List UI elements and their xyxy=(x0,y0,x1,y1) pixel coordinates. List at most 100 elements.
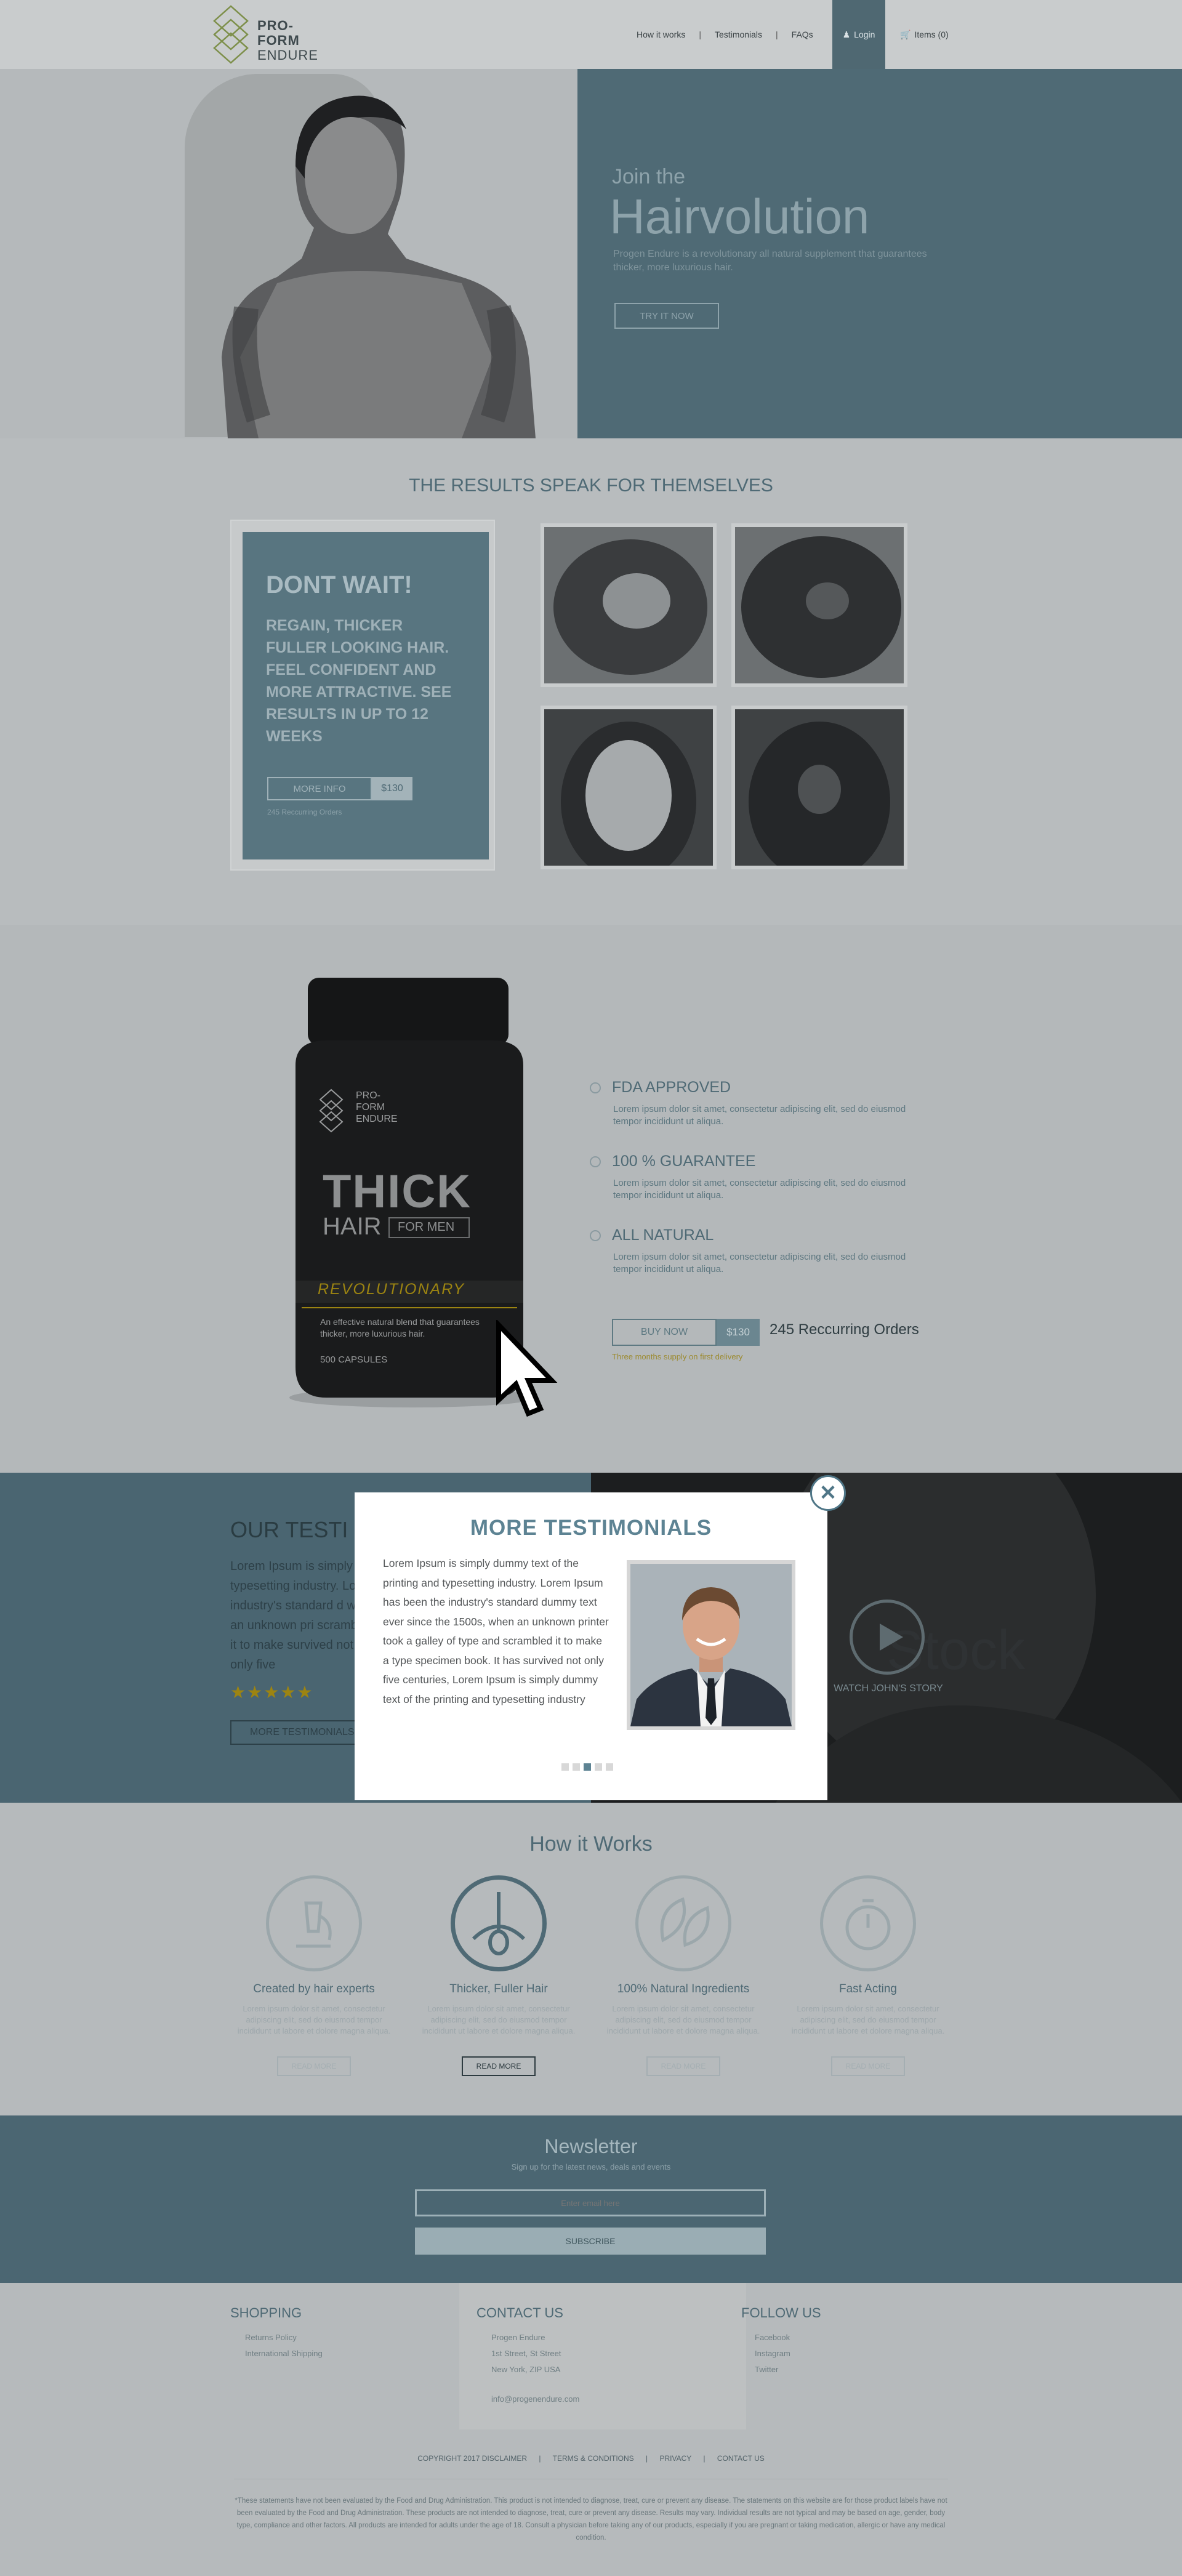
read-more-button-thicker[interactable]: READ MORE xyxy=(462,2056,536,2076)
how-label-thicker: Thicker, Fuller Hair xyxy=(449,1982,548,1995)
footer-link-shipping[interactable]: International Shipping xyxy=(245,2346,323,2362)
footer-link-twitter[interactable]: Twitter xyxy=(755,2362,778,2378)
leaves-icon xyxy=(635,1875,731,1971)
promo-price: $130 xyxy=(372,777,412,800)
play-button[interactable] xyxy=(850,1600,925,1675)
testimonial-avatar xyxy=(627,1560,795,1730)
supply-note: Three months supply on first delivery xyxy=(612,1352,743,1361)
cart-button[interactable]: 🛒 Items (0) xyxy=(900,0,949,69)
logo-mark-icon xyxy=(213,5,249,64)
feature-bullet-icon xyxy=(590,1230,601,1241)
video-caption: WATCH JOHN'S STORY xyxy=(834,1683,943,1694)
nav-divider: | xyxy=(776,30,778,39)
bottle-banner: REVOLUTIONARY xyxy=(318,1281,465,1298)
footer-link-privacy[interactable]: PRIVACY xyxy=(659,2454,691,2463)
nav-link-how-it-works[interactable]: How it works xyxy=(637,30,685,39)
footer-shopping-title: SHOPPING xyxy=(230,2305,302,2320)
bottle-capsules: 500 CAPSULES xyxy=(320,1354,388,1365)
bottle-subheadline: HAIR xyxy=(323,1213,382,1240)
read-more-button-natural[interactable]: READ MORE xyxy=(646,2056,720,2076)
carousel-dot-4[interactable] xyxy=(595,1763,602,1771)
footer-divider-pipe: | xyxy=(646,2454,648,2463)
cart-icon: 🛒 xyxy=(900,29,911,39)
footer-link-contact[interactable]: CONTACT US xyxy=(717,2454,765,2463)
product-price: $130 xyxy=(717,1319,760,1346)
carousel-dot-5[interactable] xyxy=(606,1763,613,1771)
results-title: THE RESULTS SPEAK FOR THEMSELVES xyxy=(409,475,773,496)
carousel-dot-3-active[interactable] xyxy=(584,1763,591,1771)
rating-stars: ★★★★★ xyxy=(230,1683,314,1702)
promo-text: REGAIN, THICKER FULLER LOOKING HAIR. FEE… xyxy=(266,617,452,745)
footer-contact-street: 1st Street, St Street xyxy=(491,2349,561,2358)
nav-divider: | xyxy=(699,30,701,39)
logo-line1: PRO- xyxy=(257,18,294,33)
recurring-orders: 245 Reccurring Orders xyxy=(770,1321,919,1338)
nav-link-testimonials[interactable]: Testimonials xyxy=(715,30,762,39)
how-label-experts: Created by hair experts xyxy=(253,1982,375,1995)
more-info-button[interactable]: MORE INFO xyxy=(267,777,372,800)
result-photo-2 xyxy=(731,523,907,687)
footer-link-copyright[interactable]: COPYRIGHT 2017 DISCLAIMER xyxy=(417,2454,527,2463)
site-logo[interactable]: PRO- FORM ENDURE xyxy=(209,2,339,66)
footer-link-returns[interactable]: Returns Policy xyxy=(245,2330,297,2346)
how-text-thicker: Lorem ipsum dolor sit amet, consectetur … xyxy=(422,2004,576,2035)
carousel-dot-1[interactable] xyxy=(561,1763,569,1771)
footer-contact-company: Progen Endure xyxy=(491,2333,545,2342)
mouse-cursor-icon xyxy=(496,1320,558,1417)
footer-contact-email[interactable]: info@progenendure.com xyxy=(491,2391,579,2407)
feature-bullet-icon xyxy=(590,1082,601,1093)
nav-link-faqs[interactable]: FAQs xyxy=(792,30,813,39)
bottle-blurb: An effective natural blend that guarante… xyxy=(320,1317,480,1338)
footer-link-facebook[interactable]: Facebook xyxy=(755,2330,790,2346)
login-button[interactable]: ♟ Login xyxy=(832,0,885,69)
feature-title-fda: FDA APPROVED xyxy=(612,1079,731,1096)
hair-follicle-icon xyxy=(451,1875,547,1971)
how-text-natural: Lorem ipsum dolor sit amet, consectetur … xyxy=(606,2004,760,2035)
product-section xyxy=(0,925,1182,1473)
footer-divider-pipe: | xyxy=(703,2454,706,2463)
how-label-fast: Fast Acting xyxy=(839,1982,897,1995)
try-it-now-button[interactable]: TRY IT NOW xyxy=(614,303,719,329)
feature-text-fda: Lorem ipsum dolor sit amet, consectetur … xyxy=(613,1104,906,1127)
bottle-brand-line3: ENDURE xyxy=(356,1114,398,1124)
modal-title: MORE TESTIMONIALS xyxy=(470,1516,712,1540)
read-more-button-experts[interactable]: READ MORE xyxy=(277,2056,351,2076)
bottle-for-men: FOR MEN xyxy=(398,1220,455,1234)
carousel-dot-2[interactable] xyxy=(573,1763,580,1771)
hero-title: Hairvolution xyxy=(609,189,870,244)
feature-title-guarantee: 100 % GUARANTEE xyxy=(612,1153,756,1170)
footer-link-terms[interactable]: TERMS & CONDITIONS xyxy=(553,2454,634,2463)
logo-text: PRO- FORM ENDURE xyxy=(257,18,318,63)
modal-text: Lorem Ipsum is simply dummy text of the … xyxy=(383,1557,609,1705)
read-more-button-fast[interactable]: READ MORE xyxy=(831,2056,905,2076)
bottle-brand-line2: FORM xyxy=(356,1102,385,1113)
close-icon[interactable]: ✕ xyxy=(810,1475,846,1511)
footer-link-instagram[interactable]: Instagram xyxy=(755,2346,790,2362)
bottle-brand-line1: PRO- xyxy=(356,1090,380,1101)
newsletter-email-input[interactable] xyxy=(415,2189,766,2216)
subscribe-button[interactable]: SUBSCRIBE xyxy=(415,2228,766,2255)
promo-note: 245 Reccurring Orders xyxy=(267,808,342,816)
footer-contact-title: CONTACT US xyxy=(476,2305,563,2320)
logo-line3: ENDURE xyxy=(257,47,318,63)
promo-title: DONT WAIT! xyxy=(266,571,412,598)
user-icon: ♟ xyxy=(842,29,851,39)
stopwatch-icon xyxy=(820,1875,916,1971)
bottle-brand: PRO- FORM ENDURE xyxy=(356,1090,398,1125)
footer-disclaimer: *These statements have not been evaluate… xyxy=(235,2497,947,2542)
logo-line2: FORM xyxy=(257,33,300,48)
microscope-icon xyxy=(266,1875,362,1971)
testimonials-title: OUR TESTI xyxy=(230,1517,348,1542)
footer-follow-title: FOLLOW US xyxy=(741,2305,821,2320)
footer-legal-links: COPYRIGHT 2017 DISCLAIMER | TERMS & COND… xyxy=(0,2454,1182,2463)
play-icon xyxy=(880,1624,903,1651)
result-photo-3 xyxy=(541,706,717,869)
footer-contact-city: New York, ZIP USA xyxy=(491,2365,561,2374)
cart-label: Items (0) xyxy=(914,30,949,39)
hero-model-image xyxy=(222,95,536,438)
newsletter-title: Newsletter xyxy=(544,2135,638,2157)
how-text-fast: Lorem ipsum dolor sit amet, consectetur … xyxy=(791,2004,945,2035)
feature-title-natural: ALL NATURAL xyxy=(612,1226,714,1244)
newsletter-subtitle: Sign up for the latest news, deals and e… xyxy=(511,2162,671,2171)
buy-now-button[interactable]: BUY NOW xyxy=(612,1319,717,1346)
